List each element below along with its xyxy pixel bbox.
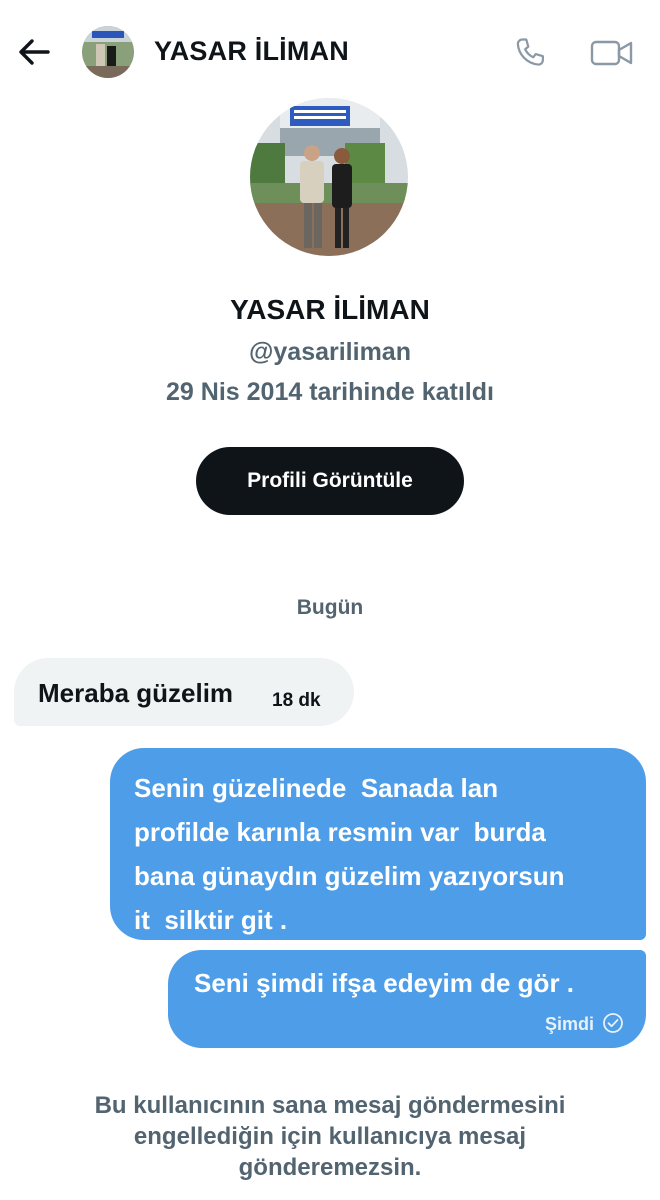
profile-handle: @yasariliman: [249, 338, 411, 366]
message-text: Seni şimdi ifşa edeyim de gör .: [194, 968, 575, 998]
contact-name[interactable]: YASAR İLİMAN: [154, 36, 349, 67]
phone-icon[interactable]: [512, 34, 550, 72]
profile-avatar[interactable]: [250, 98, 408, 256]
video-camera-icon[interactable]: [590, 38, 634, 68]
blocked-notice: Bu kullanıcının sana mesaj göndermesini …: [0, 1090, 660, 1183]
outgoing-message[interactable]: Senin güzelinede Sanada lan profilde kar…: [110, 748, 646, 940]
message-time: Şimdi: [544, 1014, 594, 1034]
message-time: 18 dk: [272, 690, 321, 711]
message-line: profilde karınla resmin var burda: [134, 817, 546, 847]
notice-line: Bu kullanıcının sana mesaj göndermesini: [94, 1092, 566, 1119]
incoming-message[interactable]: Meraba güzelim 18 dk: [14, 658, 354, 726]
message-line: Senin güzelinede Sanada lan: [134, 773, 499, 803]
back-arrow-icon[interactable]: [14, 34, 54, 70]
message-line: bana günaydın güzelim yazıyorsun: [134, 861, 565, 891]
day-separator: Bugün: [296, 596, 364, 619]
profile-name: YASAR İLİMAN: [230, 294, 430, 325]
conversation-header: YASAR İLİMAN: [0, 0, 660, 105]
message-text: Meraba güzelim: [38, 678, 234, 708]
check-circle-icon: [602, 1012, 624, 1034]
notice-line: engellediğin için kullanıcıya mesaj: [133, 1123, 527, 1150]
profile-joined-date: 29 Nis 2014 tarihinde katıldı: [166, 378, 494, 406]
outgoing-message[interactable]: Seni şimdi ifşa edeyim de gör . Şimdi: [168, 950, 646, 1048]
view-profile-button[interactable]: Profili Görüntüle: [196, 447, 464, 515]
message-line: it silktir git .: [134, 905, 288, 935]
avatar[interactable]: [82, 26, 134, 78]
notice-line: gönderemezsin.: [238, 1154, 422, 1181]
